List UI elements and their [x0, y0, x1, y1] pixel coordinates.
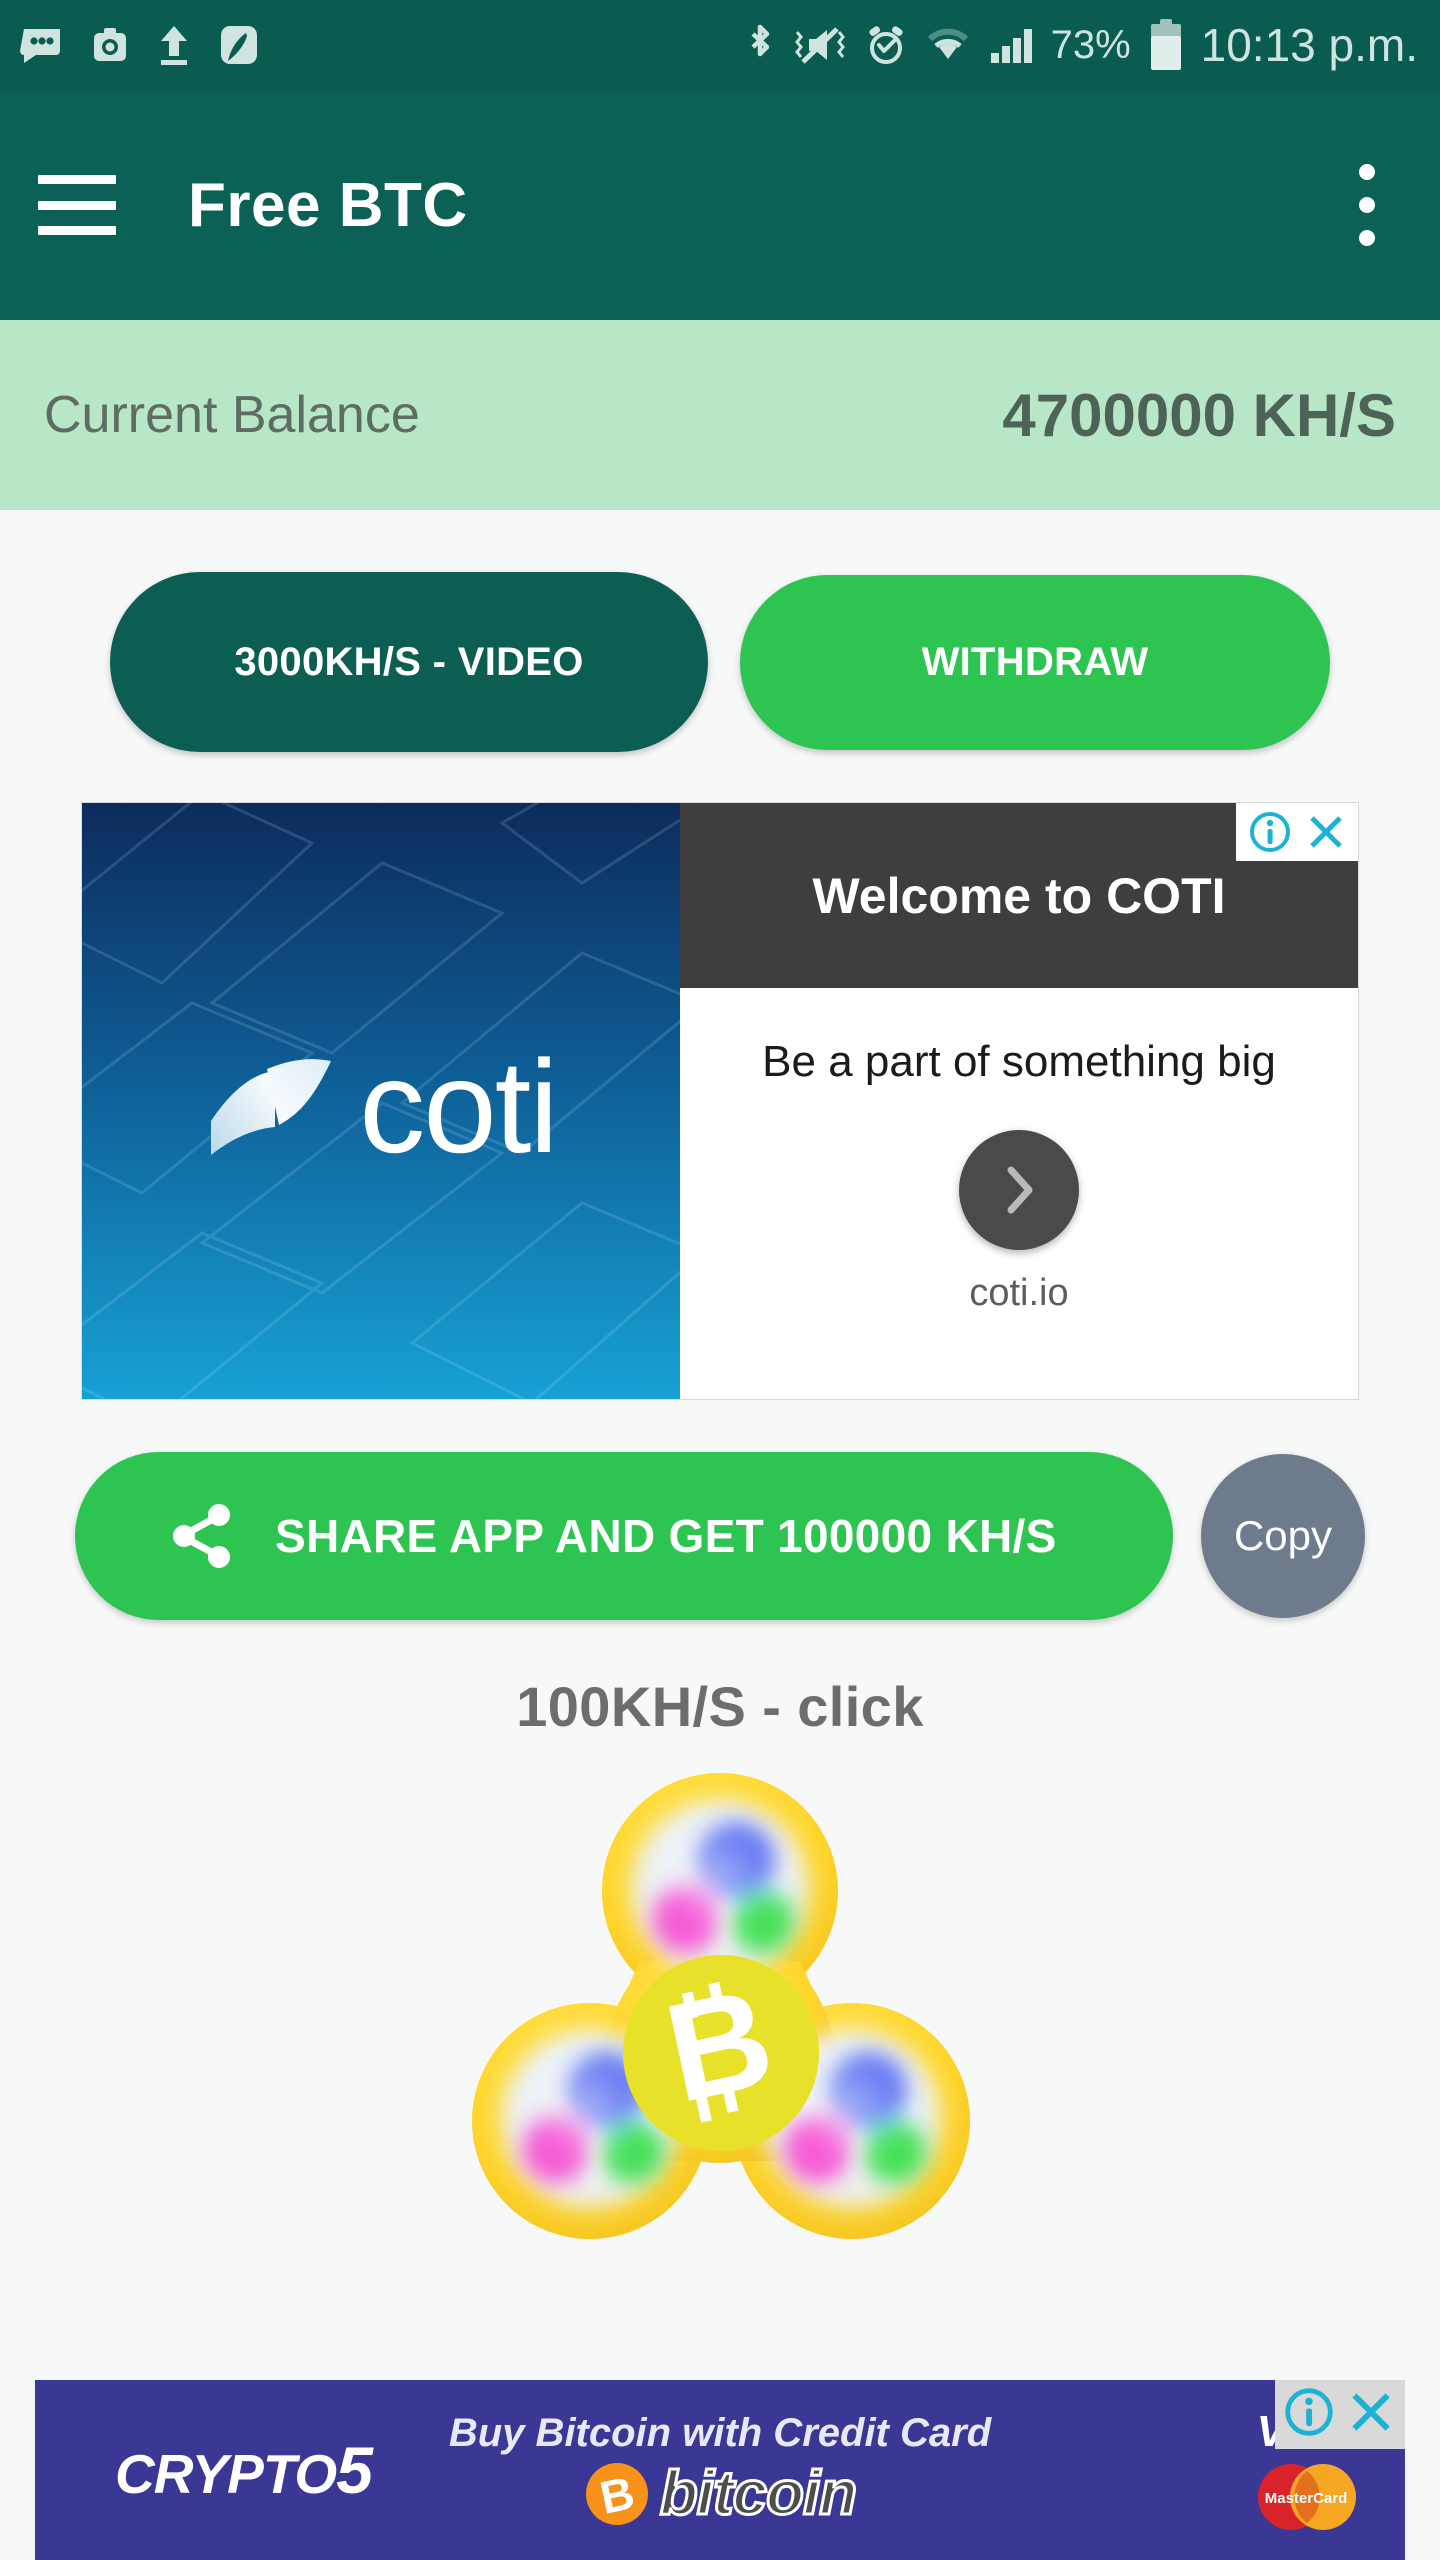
ad-headline: Welcome to COTI	[812, 867, 1226, 924]
crypto5-brand: CRYPTO	[115, 2443, 337, 2505]
page-title: Free BTC	[188, 170, 468, 240]
clock-label: 10:13 p.m.	[1200, 19, 1418, 71]
ad-body: Be a part of something big coti.io	[680, 988, 1358, 1399]
spinner-tap-target[interactable]: B	[0, 1761, 1440, 2291]
balance-label: Current Balance	[44, 386, 420, 444]
ad-url: coti.io	[969, 1272, 1069, 1315]
mute-vibrate-icon	[793, 24, 847, 66]
dots-message-icon	[20, 25, 64, 65]
alarm-icon	[865, 23, 907, 67]
copy-button[interactable]: Copy	[1201, 1454, 1365, 1618]
bottom-ad-controls	[1275, 2380, 1405, 2449]
hamburger-menu-icon[interactable]	[38, 175, 116, 235]
coti-logo: coti	[205, 1033, 559, 1180]
bitcoin-coin-icon: B	[585, 2462, 648, 2525]
balance-bar: Current Balance 4700000 KH/S	[0, 320, 1440, 510]
withdraw-button[interactable]: WITHDRAW	[740, 574, 1330, 750]
chevron-right-icon	[1007, 1166, 1033, 1214]
coti-wordmark: coti	[359, 1033, 558, 1180]
watch-video-button[interactable]: 3000KH/S - VIDEO	[110, 572, 708, 752]
ad-controls	[1236, 803, 1358, 861]
battery-icon	[1149, 19, 1183, 71]
status-bar: 73% 10:13 p.m.	[0, 0, 1440, 90]
top-banner-ad[interactable]: coti Welcome to COTI Be a part of someth…	[81, 802, 1359, 1400]
click-reward-label: 100KH/S - click	[516, 1675, 924, 1738]
ad-headline-bar: Welcome to COTI	[680, 803, 1358, 988]
share-icon	[173, 1504, 230, 1568]
bluetooth-icon	[745, 23, 775, 67]
share-row: SHARE APP AND GET 100000 KH/S Copy	[0, 1452, 1440, 1620]
svg-text:B: B	[595, 2466, 638, 2524]
crypto5-logo: CRYPTO 5	[115, 2432, 373, 2508]
action-button-row: 3000KH/S - VIDEO WITHDRAW	[0, 510, 1440, 752]
overflow-menu-icon[interactable]	[1332, 145, 1402, 265]
signal-icon	[989, 25, 1033, 65]
bottom-ad-content[interactable]: CRYPTO 5 Buy Bitcoin with Credit Card B b…	[35, 2380, 1405, 2560]
bottom-banner-ad[interactable]: CRYPTO 5 Buy Bitcoin with Credit Card B b…	[0, 2380, 1440, 2560]
svg-text:MasterCard: MasterCard	[1265, 2490, 1348, 2507]
coti-mark-icon	[211, 1059, 332, 1155]
bitcoin-wordmark: bitcoin	[658, 2458, 858, 2530]
mastercard-logo: MasterCard	[1247, 2461, 1365, 2533]
ad-subtext: Be a part of something big	[762, 1037, 1276, 1086]
ad-close-icon[interactable]	[1345, 2386, 1397, 2443]
ad-close-icon[interactable]	[1304, 810, 1348, 854]
main-content: 3000KH/S - VIDEO WITHDRAW coti Welcome t…	[0, 510, 1440, 2291]
app-bar: Free BTC	[0, 90, 1440, 320]
ad-text-panel: Welcome to COTI Be a part of something b…	[680, 803, 1358, 1399]
upload-icon	[156, 24, 192, 66]
bitcoin-fidget-spinner-icon: B	[472, 1773, 970, 2239]
balance-value: 4700000 KH/S	[1002, 381, 1396, 449]
ad-image-panel: coti	[82, 803, 680, 1399]
status-bar-right-icons: 73% 10:13 p.m.	[745, 18, 1418, 72]
status-bar-left-icons	[20, 24, 260, 66]
ad-info-icon[interactable]	[1248, 810, 1292, 854]
wifi-icon	[925, 25, 971, 65]
ad-info-icon[interactable]	[1283, 2386, 1335, 2443]
camera-icon	[90, 25, 130, 65]
share-app-button[interactable]: SHARE APP AND GET 100000 KH/S	[75, 1452, 1173, 1620]
ad-cta-button[interactable]	[959, 1130, 1079, 1251]
bitcoin-lockup: B bitcoin	[584, 2458, 859, 2530]
share-app-label: SHARE APP AND GET 100000 KH/S	[275, 1510, 1057, 1562]
bottom-ad-tagline: Buy Bitcoin with Credit Card	[448, 2411, 992, 2455]
battery-percent-label: 73%	[1050, 22, 1131, 67]
crypto5-number: 5	[336, 2433, 373, 2507]
app-notification-icon	[218, 24, 260, 66]
